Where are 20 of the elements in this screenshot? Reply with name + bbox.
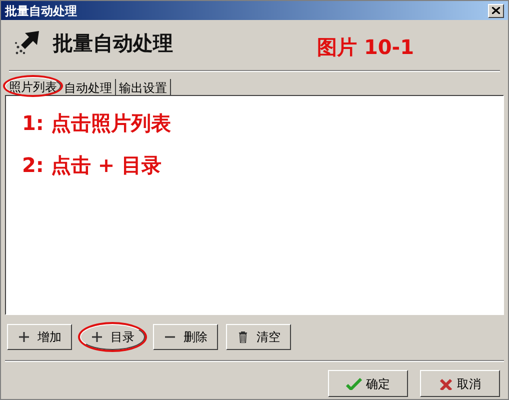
annotation-note: 2: 点击 + 目录 bbox=[22, 152, 163, 179]
plus-icon bbox=[18, 331, 30, 343]
list-button[interactable]: 删除 bbox=[153, 324, 218, 350]
trash-icon bbox=[236, 331, 248, 343]
list-button[interactable]: 清空 bbox=[226, 324, 291, 350]
dialog-button[interactable]: 取消 bbox=[420, 370, 500, 397]
check-icon bbox=[346, 378, 362, 390]
cross-icon bbox=[439, 378, 453, 390]
dialog-button[interactable]: 确定 bbox=[328, 370, 408, 397]
annotation-note: 1: 点击照片列表 bbox=[22, 110, 172, 137]
window-title: 批量自动处理 bbox=[5, 2, 77, 20]
close-button[interactable] bbox=[488, 4, 504, 18]
arrow-sparkle-icon bbox=[13, 29, 41, 57]
annotation-label: 图片 10-1 bbox=[317, 34, 414, 61]
list-button[interactable]: 目录 bbox=[80, 324, 145, 350]
tab[interactable]: 照片列表 bbox=[5, 77, 61, 95]
dialog-heading: 批量自动处理 bbox=[53, 30, 174, 57]
plus-icon bbox=[90, 331, 102, 343]
list-button[interactable]: 增加 bbox=[7, 324, 72, 350]
close-icon bbox=[492, 7, 500, 14]
